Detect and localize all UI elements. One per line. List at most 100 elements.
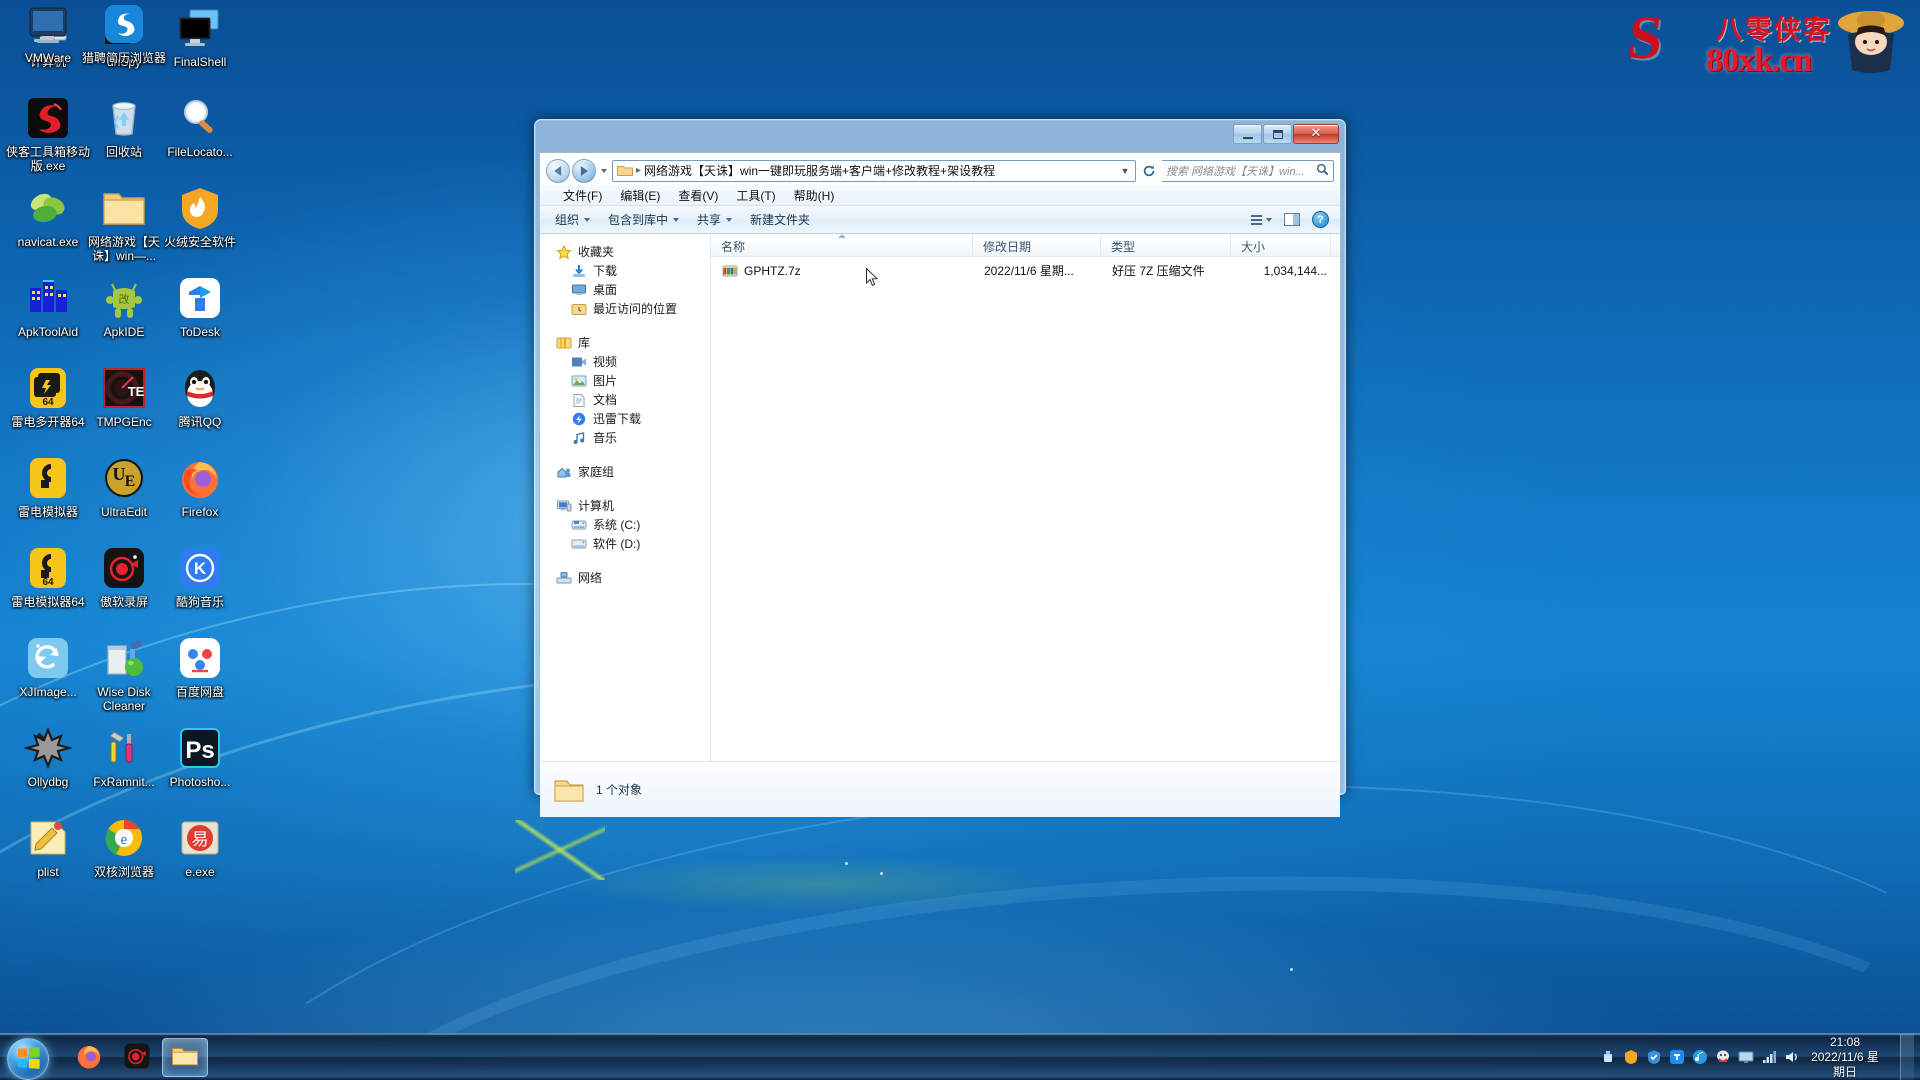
column-header-label: 类型 <box>1111 240 1136 254</box>
table-row[interactable]: GPHTZ.7z 2022/11/6 星期... 好压 7Z 压缩文件 1,034,1… <box>714 260 1337 281</box>
library-icon <box>556 336 572 350</box>
nav-item-documents-library[interactable]: 文档 <box>540 390 710 409</box>
nav-item-pictures-library[interactable]: 图片 <box>540 371 710 390</box>
desktop-icon-vmware[interactable]: VMWare <box>4 0 92 65</box>
desktop-icon-recycle-bin[interactable]: 回收站 <box>80 94 168 159</box>
nav-item-thunder-download[interactable]: 迅雷下载 <box>540 409 710 428</box>
desktop-icon-ldplayer[interactable]: 雷电模拟器 <box>4 454 92 519</box>
nav-item-desktop[interactable]: 桌面 <box>540 280 710 299</box>
nav-group-header[interactable]: 网络 <box>540 568 710 587</box>
desktop-icon-apowerrec[interactable]: 傲软录屏 <box>80 544 168 609</box>
desktop-icon-ollydbg[interactable]: Ollydbg <box>4 724 92 789</box>
column-header-0[interactable]: 名称 <box>711 234 973 256</box>
desktop-icon-tmpgenc[interactable]: TE TMPGEnc <box>80 364 168 429</box>
desktop-icon-navicat[interactable]: navicat.exe <box>4 184 92 249</box>
show-desktop-button[interactable] <box>1900 1033 1914 1080</box>
explorer-window[interactable]: ✕ ▸ 网络游戏【天诛】win一键即玩服务端+客户端+修改教程+架设教程 ▼ 搜… <box>534 119 1346 817</box>
desktop-icon-dual-core-browser[interactable]: e 双核浏览器 <box>80 814 168 879</box>
desktop-icon-ldplayer64[interactable]: 64 雷电模拟器64 <box>4 544 92 609</box>
address-bar[interactable]: ▸ 网络游戏【天诛】win一键即玩服务端+客户端+修改教程+架设教程 ▼ <box>612 159 1136 182</box>
file-rows[interactable]: GPHTZ.7z 2022/11/6 星期... 好压 7Z 压缩文件 1,034,1… <box>711 260 1340 281</box>
desktop-icon-todesk[interactable]: ToDesk <box>156 274 244 339</box>
command-button-2[interactable]: 共享 <box>688 208 741 231</box>
desktop-icon-filelocator[interactable]: FileLocato... <box>156 94 244 159</box>
desktop-icon-photoshop[interactable]: Ps Photosho... <box>156 724 244 789</box>
recent-pages-dropdown[interactable] <box>598 159 610 183</box>
start-button[interactable] <box>2 1035 60 1080</box>
nav-group-header[interactable]: 家庭组 <box>540 462 710 481</box>
desktop-icon-xjimage[interactable]: XJImage... <box>4 634 92 699</box>
usb-eject-icon[interactable] <box>1600 1049 1616 1065</box>
command-button-1[interactable]: 包含到库中 <box>599 208 688 231</box>
menu-item-0[interactable]: 文件(F) <box>554 185 611 206</box>
desktop-icon-plist[interactable]: plist <box>4 814 92 879</box>
column-headers[interactable]: 名称 修改日期 类型 大小 <box>711 234 1340 257</box>
desktop-icon-wise-disk-cleaner[interactable]: Wise Disk Cleaner <box>80 634 168 713</box>
nav-group-header[interactable]: 收藏夹 <box>540 242 710 261</box>
help-button[interactable]: ? <box>1307 208 1334 231</box>
back-button[interactable] <box>546 158 570 183</box>
nav-item-drive[interactable]: 软件 (D:) <box>540 534 710 553</box>
desktop-icon-kugou[interactable]: K 酷狗音乐 <box>156 544 244 609</box>
nav-item-recent-places[interactable]: 最近访问的位置 <box>540 299 710 318</box>
desktop-icon-baidu-netdisk[interactable]: 百度网盘 <box>156 634 244 699</box>
window-controls: ✕ <box>1233 124 1339 144</box>
huorong-tray-icon[interactable] <box>1623 1049 1639 1065</box>
desktop-icon-apktoolaid[interactable]: ApkToolAid <box>4 274 92 339</box>
taskbar-button-apowerrec[interactable] <box>114 1038 160 1077</box>
desktop-icon-qq[interactable]: 腾讯QQ <box>156 364 244 429</box>
address-dropdown-icon[interactable]: ▼ <box>1117 166 1133 176</box>
desktop-icon-ultraedit[interactable]: U E UltraEdit <box>80 454 168 519</box>
change-view-button[interactable] <box>1246 212 1277 228</box>
navigation-pane[interactable]: 收藏夹 下载 桌面 最近访问的位置库视频 图片 文档 迅雷下载 音乐家庭组计算机 系统 (C:)… <box>540 234 711 761</box>
monitor-tray-icon[interactable] <box>1738 1049 1754 1065</box>
menu-item-4[interactable]: 帮助(H) <box>785 185 844 206</box>
nav-item-video-library[interactable]: 视频 <box>540 352 710 371</box>
close-button[interactable]: ✕ <box>1293 124 1339 144</box>
desktop-icon-fxramnit[interactable]: FxRamnit... <box>80 724 168 789</box>
network-tray-icon[interactable] <box>1761 1049 1777 1065</box>
nav-item-system-drive[interactable]: 系统 (C:) <box>540 515 710 534</box>
nav-group-header[interactable]: 库 <box>540 333 710 352</box>
command-button-0[interactable]: 组织 <box>546 208 599 231</box>
search-input[interactable]: 搜索 网络游戏【天诛】win... <box>1162 159 1334 182</box>
column-header-2[interactable]: 类型 <box>1101 234 1231 256</box>
desktop-icon-firefox[interactable]: Firefox <box>156 454 244 519</box>
desktop-icon-folder[interactable]: 网络游戏【天诛】win—... <box>80 184 168 263</box>
desktop-icon-label: VMWare <box>24 51 72 65</box>
menu-item-2[interactable]: 查看(V) <box>669 185 727 206</box>
desktop-icon-resume-browser[interactable]: 猎聘简历浏览器 <box>80 0 168 65</box>
forward-button[interactable] <box>572 158 596 183</box>
column-header-1[interactable]: 修改日期 <box>973 234 1101 256</box>
taskbar-button-explorer[interactable] <box>162 1037 208 1077</box>
menu-item-1[interactable]: 编辑(E) <box>611 185 669 206</box>
downloads-icon <box>571 264 587 278</box>
desktop-icon-ldmultiplayer[interactable]: 64 雷电多开器64 <box>4 364 92 429</box>
explorer-window-icon <box>170 1041 200 1074</box>
volume-tray-icon[interactable] <box>1784 1049 1800 1065</box>
window-titlebar[interactable]: ✕ <box>539 124 1341 152</box>
column-header-3[interactable]: 大小 <box>1231 234 1331 256</box>
preview-pane-button[interactable] <box>1279 210 1305 229</box>
refresh-button[interactable] <box>1138 160 1160 182</box>
desktop-icon-huorong[interactable]: 火绒安全软件 <box>156 184 244 249</box>
nav-item-music-library[interactable]: 音乐 <box>540 428 710 447</box>
documents-library-icon <box>571 393 587 407</box>
desktop-icon-e-exe[interactable]: 易 e.exe <box>156 814 244 879</box>
desktop-icon-finalshell[interactable]: FinalShell <box>156 4 244 69</box>
desktop-icon-apkide[interactable]: 改 ApkIDE <box>80 274 168 339</box>
menu-item-3[interactable]: 工具(T) <box>727 185 784 206</box>
music-tray-icon[interactable] <box>1692 1049 1708 1065</box>
desktop-icon-xiake-toolbox[interactable]: 侠客工具箱移动版.exe <box>4 94 92 173</box>
shield-tray-icon[interactable] <box>1646 1049 1662 1065</box>
nav-item-downloads[interactable]: 下载 <box>540 261 710 280</box>
chat-tray-icon[interactable] <box>1715 1049 1731 1065</box>
maximize-button[interactable] <box>1263 124 1292 144</box>
taskbar-clock[interactable]: 21:08 2022/11/6 星期日 <box>1807 1035 1889 1080</box>
nav-group-header[interactable]: 计算机 <box>540 496 710 515</box>
file-list[interactable]: 名称 修改日期 类型 大小 GPHTZ.7z 2022/11/6 星期... 好压 7Z … <box>711 234 1340 761</box>
command-button-3[interactable]: 新建文件夹 <box>741 208 819 231</box>
taskbar-button-firefox[interactable] <box>66 1038 112 1077</box>
todesk-tray-icon[interactable] <box>1669 1049 1685 1065</box>
minimize-button[interactable] <box>1233 124 1262 144</box>
